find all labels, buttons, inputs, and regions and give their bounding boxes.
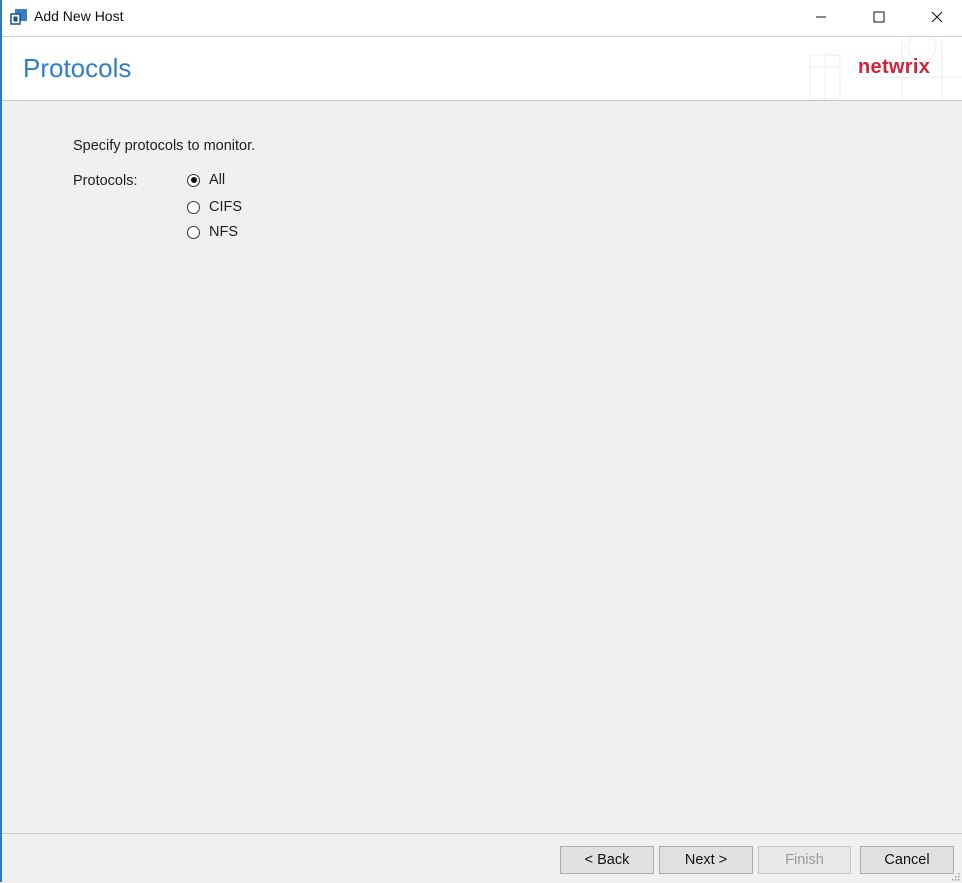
netwrix-logo: netwrix xyxy=(858,56,931,78)
close-icon xyxy=(931,11,943,23)
wizard-footer: < Back Next > Finish Cancel xyxy=(2,833,962,883)
wizard-content: Specify protocols to monitor. Protocols:… xyxy=(2,101,962,833)
add-new-host-dialog: Add New Host Protocols netwrix Specify p… xyxy=(0,0,962,883)
radio-label-cifs: CIFS xyxy=(209,199,243,215)
app-icon xyxy=(10,9,27,25)
radio-label-nfs: NFS xyxy=(209,224,238,240)
back-button[interactable]: < Back xyxy=(560,846,654,874)
radio-option-all[interactable]: All xyxy=(187,170,225,190)
resize-grip-icon[interactable] xyxy=(950,871,960,881)
cancel-button[interactable]: Cancel xyxy=(860,846,954,874)
finish-button: Finish xyxy=(758,846,851,874)
window-title: Add New Host xyxy=(34,8,124,24)
title-bar[interactable]: Add New Host xyxy=(2,0,962,37)
wizard-header: Protocols netwrix xyxy=(2,37,962,101)
next-button[interactable]: Next > xyxy=(659,846,753,874)
radio-option-cifs[interactable]: CIFS xyxy=(187,197,242,217)
close-button[interactable] xyxy=(908,0,962,34)
page-title: Protocols xyxy=(23,53,132,83)
minimize-button[interactable] xyxy=(792,0,850,34)
radio-button-all[interactable] xyxy=(187,173,200,187)
maximize-button[interactable] xyxy=(850,0,908,34)
radio-button-cifs[interactable] xyxy=(187,200,200,214)
instruction-text: Specify protocols to monitor. xyxy=(73,138,256,154)
protocols-label: Protocols: xyxy=(73,173,138,189)
radio-button-nfs[interactable] xyxy=(187,225,200,239)
maximize-icon xyxy=(873,11,885,23)
radio-option-nfs[interactable]: NFS xyxy=(187,222,238,242)
minimize-icon xyxy=(816,16,826,18)
radio-label-all: All xyxy=(209,172,226,188)
